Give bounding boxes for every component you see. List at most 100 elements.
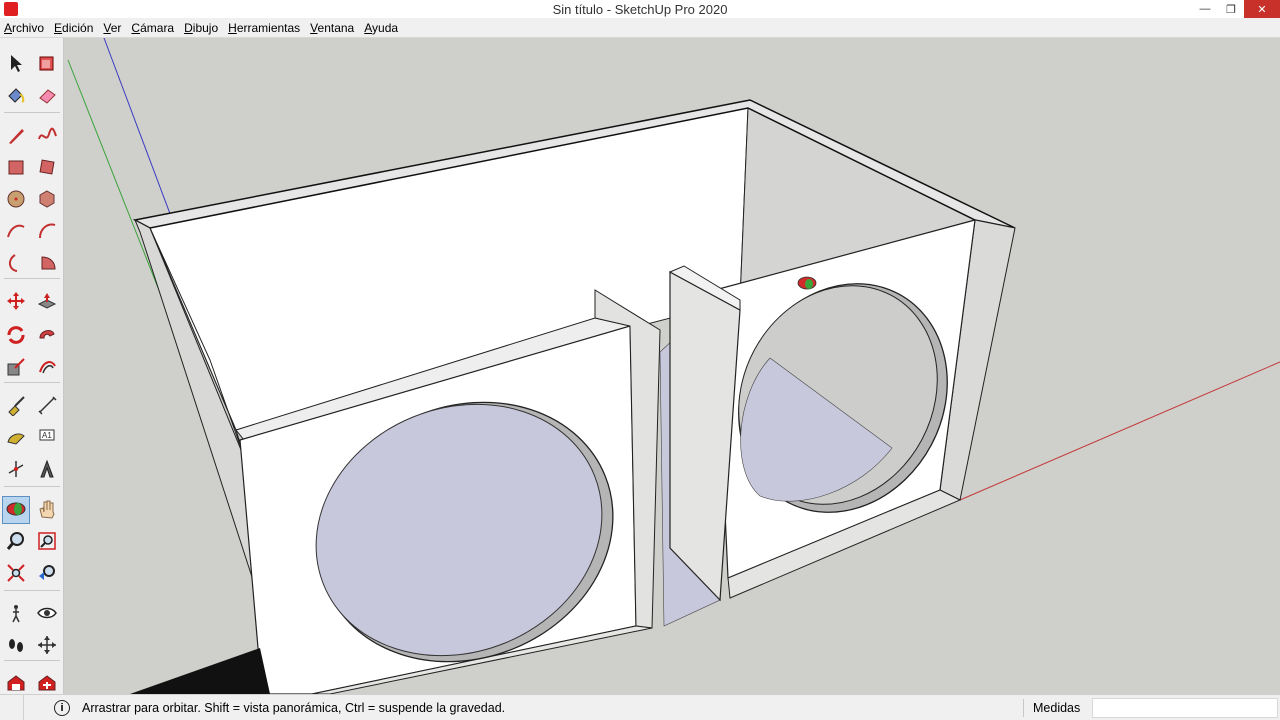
toolbar-separator xyxy=(4,660,60,661)
section-plane-tool-button[interactable] xyxy=(33,632,61,660)
line-tool-button[interactable] xyxy=(2,122,30,150)
measurements-input[interactable] xyxy=(1092,698,1278,718)
warehouse-icon xyxy=(5,672,27,697)
arc-icon xyxy=(5,220,27,245)
toolbar-separator xyxy=(4,590,60,591)
push-pull-icon xyxy=(36,290,58,315)
eraser-tool-button[interactable] xyxy=(33,82,61,110)
two-point-arc-tool-button[interactable] xyxy=(33,218,61,246)
walk-tool-button[interactable] xyxy=(2,632,30,660)
push-pull-tool-button[interactable] xyxy=(33,288,61,316)
freehand-tool-button[interactable] xyxy=(33,122,61,150)
zoom-window-tool-button[interactable] xyxy=(33,528,61,556)
select-tool-button[interactable] xyxy=(2,50,30,78)
polygon-tool-button[interactable] xyxy=(33,186,61,214)
minimize-button[interactable]: — xyxy=(1192,0,1218,18)
close-button[interactable]: ✕ xyxy=(1244,0,1280,18)
extension-warehouse-icon xyxy=(36,672,58,697)
protractor-icon xyxy=(5,426,27,451)
pencil-icon xyxy=(5,124,27,149)
three-point-arc-icon xyxy=(5,252,27,277)
status-bar: i Arrastrar para orbitar. Shift = vista … xyxy=(0,694,1280,720)
toolbar-separator xyxy=(4,382,60,383)
previous-view-icon xyxy=(36,562,58,587)
arc-tool-button[interactable] xyxy=(2,218,30,246)
drawing-viewport[interactable] xyxy=(64,38,1280,694)
circle-icon xyxy=(5,188,27,213)
axes-tool-button[interactable] xyxy=(2,456,30,484)
pie-icon xyxy=(36,252,58,277)
menu-herramientas[interactable]: Herramientas xyxy=(228,21,310,35)
paint-bucket-tool-button[interactable] xyxy=(2,82,30,110)
position-camera-tool-button[interactable] xyxy=(2,600,30,628)
three-point-arc-tool-button[interactable] xyxy=(2,250,30,278)
rotated-rectangle-tool-button[interactable] xyxy=(33,154,61,182)
polygon-icon xyxy=(36,188,58,213)
menu-dibujo[interactable]: Dibujo xyxy=(184,21,228,35)
window-title: Sin título - SketchUp Pro 2020 xyxy=(552,1,728,17)
text-icon: A1 xyxy=(36,426,58,451)
two-point-arc-icon xyxy=(36,220,58,245)
sketchup-app-icon[interactable] xyxy=(4,2,18,16)
status-divider xyxy=(1023,699,1024,717)
menu-camara[interactable]: Cámara xyxy=(131,21,184,35)
large-tool-set-toolbar: A1 xyxy=(0,38,64,694)
menu-ayuda[interactable]: Ayuda xyxy=(364,21,408,35)
3d-text-icon xyxy=(36,458,58,483)
offset-icon xyxy=(36,356,58,381)
orbit-icon xyxy=(5,498,27,523)
rotate-tool-button[interactable] xyxy=(2,322,30,350)
title-bar: Sin título - SketchUp Pro 2020 — ❐ ✕ xyxy=(0,0,1280,18)
menu-ventana[interactable]: Ventana xyxy=(310,21,364,35)
move-icon xyxy=(5,290,27,315)
menu-bar: Archivo Edición Ver Cámara Dibujo Herram… xyxy=(0,18,1280,38)
text-tool-button[interactable]: A1 xyxy=(33,424,61,452)
menu-archivo[interactable]: Archivo xyxy=(4,21,54,35)
axes-icon xyxy=(5,458,27,483)
scale-icon xyxy=(5,356,27,381)
move-tool-button[interactable] xyxy=(2,288,30,316)
dimension-tool-button[interactable] xyxy=(33,392,61,420)
pie-tool-button[interactable] xyxy=(33,250,61,278)
look-around-tool-button[interactable] xyxy=(33,600,61,628)
position-camera-icon xyxy=(5,602,27,627)
model-canvas[interactable] xyxy=(64,38,1280,694)
zoom-tool-button[interactable] xyxy=(2,528,30,556)
scale-tool-button[interactable] xyxy=(2,354,30,382)
eraser-icon xyxy=(36,84,58,109)
3d-text-tool-button[interactable] xyxy=(33,456,61,484)
previous-view-tool-button[interactable] xyxy=(33,560,61,588)
paint-bucket-icon xyxy=(5,84,27,109)
info-icon[interactable]: i xyxy=(54,699,70,716)
zoom-window-icon xyxy=(36,530,58,555)
status-hint: Arrastrar para orbitar. Shift = vista pa… xyxy=(82,700,506,715)
restore-button[interactable]: ❐ xyxy=(1218,0,1244,18)
zoom-icon xyxy=(5,530,27,555)
protractor-tool-button[interactable] xyxy=(2,424,30,452)
dimension-icon xyxy=(36,394,58,419)
make-component-tool-button[interactable] xyxy=(33,50,61,78)
tape-measure-icon xyxy=(5,394,27,419)
menu-edicion[interactable]: Edición xyxy=(54,21,103,35)
toolbar-separator xyxy=(4,486,60,487)
tape-measure-tool-button[interactable] xyxy=(2,392,30,420)
offset-tool-button[interactable] xyxy=(33,354,61,382)
orbit-tool-button[interactable] xyxy=(2,496,30,524)
footprints-icon xyxy=(5,634,27,659)
pan-tool-button[interactable] xyxy=(33,496,61,524)
measurements-label: Medidas xyxy=(1033,701,1081,715)
orbit-cursor-icon xyxy=(797,276,817,290)
section-plane-icon xyxy=(36,634,58,659)
toolbar-separator xyxy=(4,278,60,279)
follow-me-tool-button[interactable] xyxy=(33,322,61,350)
zoom-extents-tool-button[interactable] xyxy=(2,560,30,588)
menu-ver[interactable]: Ver xyxy=(103,21,131,35)
rectangle-icon xyxy=(5,156,27,181)
component-icon xyxy=(36,52,58,77)
svg-text:A1: A1 xyxy=(42,431,52,440)
scale-figure-silhouette xyxy=(130,648,270,694)
follow-me-icon xyxy=(36,324,58,349)
rectangle-tool-button[interactable] xyxy=(2,154,30,182)
rotate-icon xyxy=(5,324,27,349)
circle-tool-button[interactable] xyxy=(2,186,30,214)
